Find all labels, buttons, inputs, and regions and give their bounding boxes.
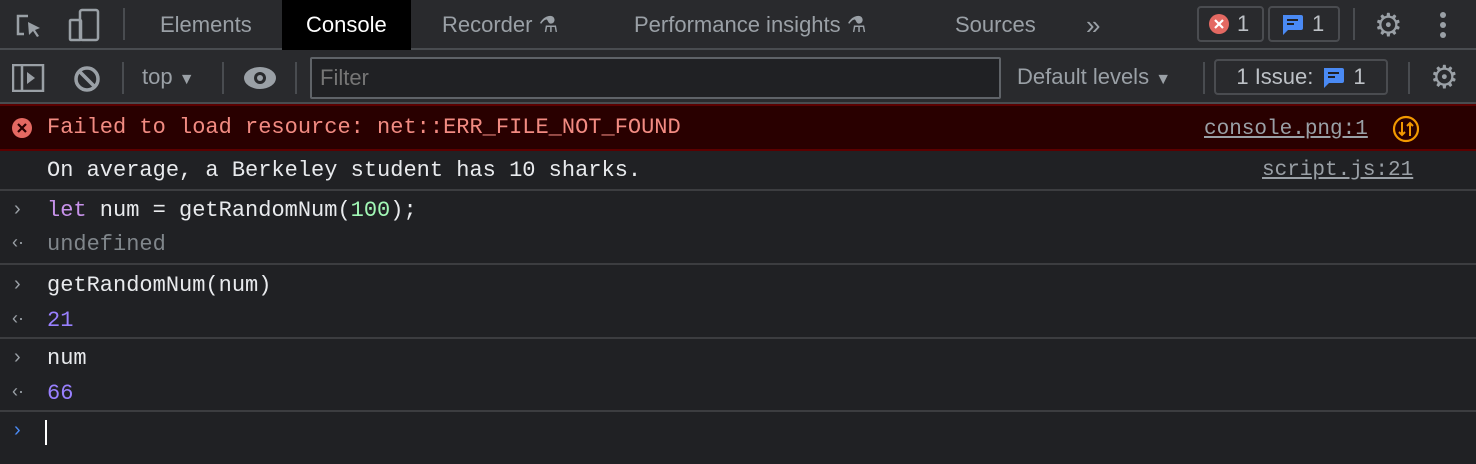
tab-label: Performance insights: [634, 12, 841, 37]
error-count: 1: [1237, 11, 1250, 36]
input-prompt-icon: ›: [14, 346, 21, 368]
issues-count: 1: [1353, 64, 1366, 89]
context-selector[interactable]: top ▼: [142, 64, 195, 90]
error-icon: [1209, 14, 1229, 34]
console-entry: › let num = getRandomNum(100); ‹· undefi…: [0, 192, 1476, 265]
context-label: top: [142, 64, 173, 89]
source-link[interactable]: console.png:1: [1204, 118, 1368, 141]
result-arrow-icon: ‹·: [12, 232, 24, 252]
entry-output: 21: [47, 308, 74, 333]
message-icon: [1324, 68, 1345, 88]
flask-icon: ⚗: [538, 12, 559, 37]
divider: [123, 8, 125, 40]
source-link[interactable]: script.js:21: [1262, 159, 1413, 182]
input-prompt-icon: ›: [14, 198, 21, 220]
code: num = getRandomNum(: [86, 198, 351, 223]
message-count-badge[interactable]: 1: [1268, 6, 1340, 42]
input-prompt-icon: ›: [14, 273, 21, 295]
divider: [295, 62, 297, 94]
console-entry: › num ‹· 66: [0, 339, 1476, 412]
divider: [1353, 8, 1355, 40]
entry-output: 66: [47, 381, 74, 406]
prompt-chevron-icon: ›: [14, 419, 21, 441]
tab-sources[interactable]: Sources: [931, 0, 1060, 50]
log-levels-dropdown[interactable]: Default levels ▼: [1017, 64, 1171, 90]
number-literal: 100: [350, 198, 391, 223]
message-icon: [1283, 15, 1303, 35]
dropdown-arrow-icon: ▼: [178, 71, 195, 88]
result-arrow-icon: ‹·: [12, 308, 24, 328]
tab-console[interactable]: Console: [282, 0, 411, 50]
levels-label: Default levels: [1017, 64, 1150, 89]
settings-gear-icon[interactable]: ⚙: [1374, 6, 1403, 44]
more-tabs-icon[interactable]: »: [1062, 0, 1124, 50]
console-entry: › getRandomNum(num) ‹· 21: [0, 265, 1476, 339]
console-toolbar: top ▼ Default levels ▼ 1 Issue: 1 ⚙: [0, 50, 1476, 104]
divider: [122, 62, 124, 94]
tab-elements[interactable]: Elements: [136, 0, 276, 50]
code: );: [390, 198, 417, 223]
tab-label: Recorder: [442, 12, 533, 37]
console-settings-gear-icon[interactable]: ⚙: [1430, 58, 1459, 96]
clear-console-icon[interactable]: [73, 65, 101, 93]
result-arrow-icon: ‹·: [12, 381, 24, 401]
entry-input: num: [47, 346, 87, 371]
console-prompt[interactable]: ›: [0, 413, 1476, 464]
entry-input: let num = getRandomNum(100);: [47, 198, 417, 223]
live-expression-eye-icon[interactable]: [243, 66, 277, 90]
error-icon: [12, 118, 32, 138]
entry-input: getRandomNum(num): [47, 273, 272, 298]
divider: [1408, 62, 1410, 94]
log-text: On average, a Berkeley student has 10 sh…: [47, 158, 642, 183]
text-cursor: [45, 420, 47, 445]
more-options-icon[interactable]: [1440, 12, 1446, 38]
message-count: 1: [1312, 11, 1325, 36]
tab-recorder[interactable]: Recorder ⚗: [418, 0, 582, 50]
dropdown-arrow-icon: ▼: [1155, 71, 1172, 88]
console-error-message: Failed to load resource: net::ERR_FILE_N…: [0, 104, 1476, 151]
main-tabbar: Elements Console Recorder ⚗ Performance …: [0, 0, 1476, 50]
issues-button[interactable]: 1 Issue: 1: [1214, 59, 1388, 95]
console-log-message: On average, a Berkeley student has 10 sh…: [0, 151, 1476, 191]
show-sidebar-icon[interactable]: [12, 64, 46, 92]
keyword: let: [47, 198, 87, 223]
error-count-badge[interactable]: 1: [1197, 6, 1264, 42]
divider: [222, 62, 224, 94]
error-text: Failed to load resource: net::ERR_FILE_N…: [47, 115, 681, 140]
network-request-icon[interactable]: [1391, 114, 1421, 144]
flask-icon: ⚗: [846, 12, 867, 37]
issues-label: 1 Issue:: [1236, 64, 1314, 89]
divider: [1203, 62, 1205, 94]
tab-performance-insights[interactable]: Performance insights ⚗: [610, 0, 891, 50]
entry-output: undefined: [47, 232, 166, 257]
device-toolbar-icon[interactable]: [68, 8, 102, 42]
filter-input[interactable]: [310, 57, 1001, 99]
inspect-element-icon[interactable]: [14, 10, 46, 42]
